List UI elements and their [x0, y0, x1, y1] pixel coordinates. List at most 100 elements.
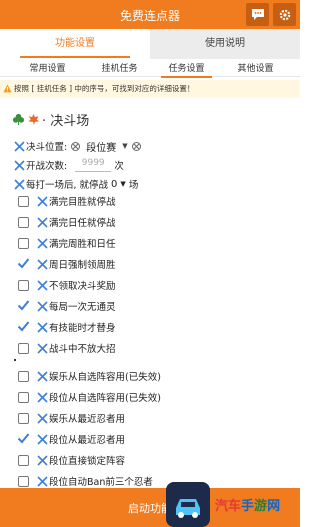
dropdown-arrow-icon: ▼: [122, 142, 128, 150]
rest-label: 每打一场后, 就停战: [26, 180, 109, 191]
rest-select[interactable]: 0 ▼: [111, 179, 126, 190]
settings-button[interactable]: [273, 3, 296, 26]
option-row[interactable]: 有技能时才替身: [17, 319, 116, 335]
rest-row: 每打一场后, 就停战 0 ▼ 场: [14, 176, 138, 192]
watermark-char: 汽: [215, 499, 229, 514]
option-label: 段位直接锁定阵容: [49, 456, 126, 467]
battle-count-input[interactable]: 9999: [75, 158, 112, 172]
option-row[interactable]: 周日强制领周胜: [17, 256, 116, 272]
checkbox[interactable]: [18, 342, 29, 354]
x-icon: [37, 433, 48, 445]
watermark-char: 车: [228, 499, 242, 514]
x-icon: [37, 258, 48, 270]
option-label: 战斗中不放大招: [49, 344, 116, 355]
section-title: · 决斗场: [12, 109, 89, 129]
duel-position-row: 决斗位置: 段位赛 ▼: [14, 138, 141, 154]
option-row[interactable]: 娱乐从最近忍者用: [18, 410, 125, 426]
option-row[interactable]: 满完目胜就停战: [18, 193, 116, 209]
rest-unit: 场: [128, 180, 139, 191]
option-label: 周日强制领周胜: [49, 260, 116, 271]
car-icon: [176, 499, 200, 518]
checkbox-checked[interactable]: [17, 299, 30, 312]
x-icon: [37, 454, 48, 466]
option-label: 有技能时才替身: [49, 323, 116, 334]
x-icon: [37, 475, 48, 487]
option-row[interactable]: 满完日任就停战: [18, 214, 116, 230]
x-icon: [37, 321, 48, 333]
watermark-text: 汽车手游网: [215, 495, 280, 514]
tab-common-settings[interactable]: 常用设置: [10, 61, 85, 74]
x-icon: [37, 279, 48, 291]
tab-afk-tasks[interactable]: 挂机任务: [82, 61, 157, 74]
option-row[interactable]: 段位直接锁定阵容: [18, 452, 125, 468]
x-icon: [37, 237, 48, 249]
checkbox[interactable]: [18, 216, 29, 228]
rest-value: 0: [111, 178, 118, 190]
gear-icon: [279, 9, 290, 20]
x-icon: [37, 391, 48, 403]
main-tabs: 功能设置 使用说明: [0, 29, 300, 59]
battle-count-label: 开战次数:: [26, 161, 68, 172]
option-label: 娱乐从自选阵容用(已失效): [49, 372, 161, 383]
x-icon: [37, 216, 48, 228]
clear-icon[interactable]: [131, 141, 141, 151]
notice-bar: 按照 [ 挂机任务 ] 中的序号，可找到对应的详细设置！: [0, 80, 300, 98]
x-icon: [37, 195, 48, 207]
tab-other-settings[interactable]: 其他设置: [218, 61, 293, 74]
checkbox[interactable]: [18, 412, 29, 424]
option-label: 段位自动Ban前三个忍者: [49, 477, 153, 488]
checkbox[interactable]: [18, 195, 29, 207]
option-row[interactable]: 每局一次无通灵: [17, 298, 116, 314]
option-row[interactable]: 段位从自选阵容用(已失效): [18, 389, 161, 405]
checkbox[interactable]: [18, 454, 29, 466]
warning-icon: [3, 84, 12, 93]
battle-count-unit: 次: [114, 161, 124, 172]
checkbox-checked[interactable]: [17, 257, 30, 270]
clear-icon[interactable]: [71, 141, 81, 151]
tab-function-settings[interactable]: 功能设置: [0, 29, 150, 59]
tab-instructions[interactable]: 使用说明: [150, 29, 300, 59]
checkmark-icon: [17, 257, 30, 268]
separator-dot: [14, 359, 16, 361]
checkmark-icon: [17, 299, 30, 310]
tab-task-settings[interactable]: 任务设置: [149, 61, 224, 78]
x-icon: [14, 159, 25, 171]
option-label: 不领取决斗奖励: [49, 281, 116, 292]
checkbox-checked[interactable]: [17, 320, 30, 333]
dropdown-arrow-icon: ▼: [120, 180, 126, 188]
duel-position-label: 决斗位置:: [26, 142, 68, 153]
option-label: 满完目胜就停战: [49, 197, 116, 208]
watermark-char: 游: [254, 499, 268, 514]
option-label: 满完周胜和日任: [49, 239, 116, 250]
checkbox[interactable]: [18, 237, 29, 249]
chat-button[interactable]: [246, 3, 269, 26]
x-icon: [14, 178, 25, 190]
option-row[interactable]: 娱乐从自选阵容用(已失效): [18, 368, 161, 384]
duel-position-select[interactable]: 段位赛 ▼: [86, 139, 127, 154]
option-label: 满完日任就停战: [49, 218, 116, 229]
clover-icon: [12, 113, 25, 125]
checkbox[interactable]: [18, 370, 29, 382]
title-bar: 免费连点器: [0, 0, 300, 29]
option-row[interactable]: 不领取决斗奖励: [18, 277, 116, 293]
section-title-text: · 决斗场: [42, 113, 90, 129]
checkmark-icon: [17, 432, 30, 443]
option-label: 娱乐从最近忍者用: [49, 414, 126, 425]
option-label: 段位从最近忍者用: [49, 435, 126, 446]
option-row[interactable]: 满完周胜和日任: [18, 235, 116, 251]
checkbox-checked[interactable]: [17, 432, 30, 445]
checkmark-icon: [17, 320, 30, 331]
checkbox[interactable]: [18, 391, 29, 403]
checkbox[interactable]: [18, 475, 29, 487]
x-icon: [14, 140, 25, 152]
battle-count-row: 开战次数: 9999 次: [14, 157, 124, 173]
watermark-char: 网: [267, 499, 281, 514]
maple-leaf-icon: [28, 113, 40, 125]
option-row[interactable]: 战斗中不放大招: [18, 340, 116, 356]
sub-tabs: 常用设置 挂机任务 任务设置 其他设置: [0, 59, 300, 78]
option-row[interactable]: 段位自动Ban前三个忍者: [18, 473, 153, 489]
watermark-logo: [166, 482, 210, 527]
checkbox[interactable]: [18, 279, 29, 291]
x-icon: [37, 300, 48, 312]
option-row[interactable]: 段位从最近忍者用: [17, 431, 126, 447]
